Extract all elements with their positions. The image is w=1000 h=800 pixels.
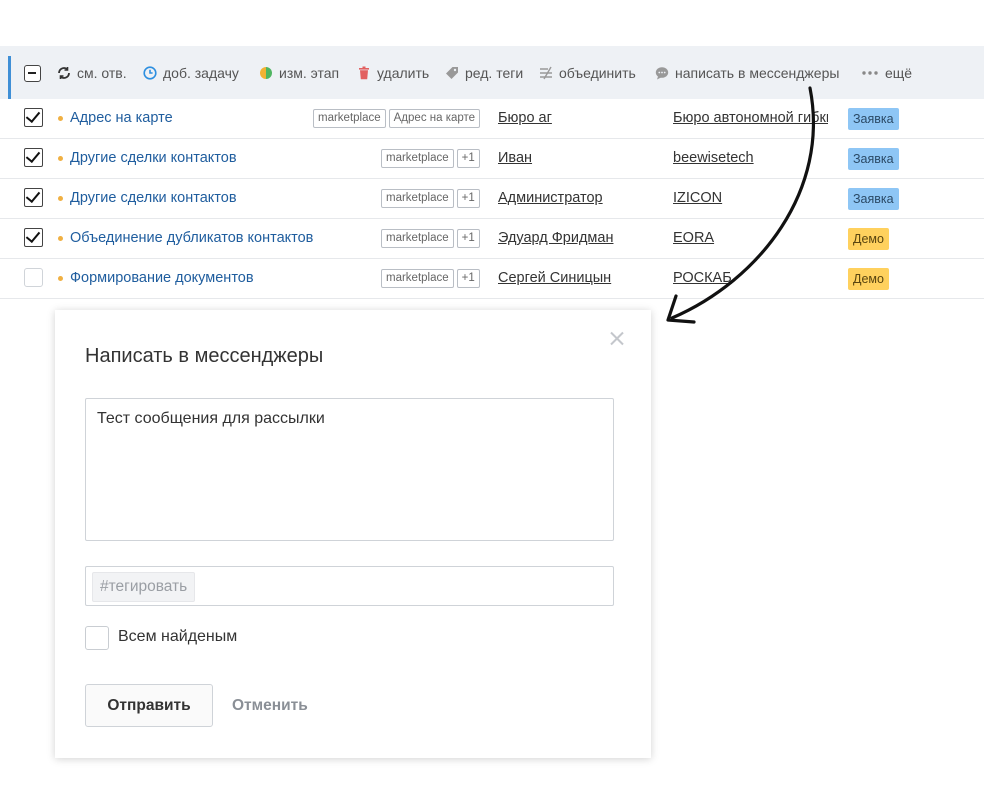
deals-table: Адрес на карте marketplace Адрес на карт… bbox=[0, 99, 984, 299]
tag-chip[interactable]: marketplace bbox=[381, 269, 454, 288]
deal-title-link[interactable]: Адрес на карте bbox=[70, 99, 173, 138]
change-stage-label: изм. этап bbox=[279, 64, 340, 81]
clock-icon bbox=[143, 65, 157, 80]
more-dots-icon bbox=[861, 66, 879, 80]
row-checkbox[interactable] bbox=[24, 108, 43, 127]
tag-chip[interactable]: marketplace bbox=[381, 229, 454, 248]
stage-badge: Демо bbox=[848, 228, 889, 250]
tag-icon bbox=[445, 66, 459, 80]
tag-input[interactable]: #тегировать bbox=[85, 566, 614, 606]
company-link[interactable]: Бюро автономной гибки bbox=[673, 99, 828, 138]
change-stage-button[interactable]: изм. этап bbox=[259, 46, 339, 99]
tag-more-chip[interactable]: +1 bbox=[456, 189, 480, 208]
change-responsible-button[interactable]: см. отв. bbox=[57, 46, 127, 99]
table-row[interactable]: Другие сделки контактов marketplace +1 И… bbox=[0, 139, 984, 179]
stage-badge: Демо bbox=[848, 268, 889, 290]
more-button[interactable]: ещё bbox=[861, 46, 912, 99]
all-found-label: Всем найденым bbox=[118, 628, 238, 645]
contact-link[interactable]: Эдуард Фридман bbox=[498, 219, 613, 258]
tag-chip[interactable]: marketplace bbox=[381, 149, 454, 168]
company-link[interactable]: EORA bbox=[673, 219, 828, 258]
messenger-dialog: Написать в мессенджеры #тегировать Всем … bbox=[55, 310, 651, 758]
tag-chip[interactable]: marketplace bbox=[313, 109, 386, 128]
table-row[interactable]: Формирование документов marketplace +1 С… bbox=[0, 259, 984, 299]
cancel-button[interactable]: Отменить bbox=[232, 684, 308, 727]
bulk-actions-toolbar: см. отв. доб. задачу изм. этап удалить р bbox=[0, 46, 984, 99]
deal-title-link[interactable]: Другие сделки контактов bbox=[70, 179, 237, 218]
stage-badge: Заявка bbox=[848, 108, 899, 130]
deal-title-link[interactable]: Формирование документов bbox=[70, 259, 254, 298]
deal-tags: marketplace +1 bbox=[381, 149, 480, 168]
change-responsible-label: см. отв. bbox=[77, 64, 127, 81]
status-dot bbox=[58, 236, 63, 241]
all-found-checkbox[interactable] bbox=[85, 626, 109, 650]
company-link[interactable]: IZICON bbox=[673, 179, 828, 218]
deals-list: см. отв. доб. задачу изм. этап удалить р bbox=[0, 46, 984, 300]
contact-link[interactable]: Бюро аг bbox=[498, 99, 552, 138]
row-checkbox[interactable] bbox=[24, 148, 43, 167]
delete-button[interactable]: удалить bbox=[357, 46, 429, 99]
chat-bubble-icon bbox=[655, 66, 669, 80]
status-dot bbox=[58, 196, 63, 201]
message-textarea[interactable] bbox=[85, 398, 614, 541]
merge-button[interactable]: объединить bbox=[539, 46, 636, 99]
edit-tags-button[interactable]: ред. теги bbox=[445, 46, 523, 99]
trash-icon bbox=[357, 66, 371, 80]
stage-badge: Заявка bbox=[848, 148, 899, 170]
close-icon[interactable] bbox=[606, 328, 628, 350]
more-label: ещё bbox=[885, 64, 913, 81]
write-to-messengers-button[interactable]: написать в мессенджеры bbox=[655, 46, 839, 99]
status-dot bbox=[58, 276, 63, 281]
tag-more-chip[interactable]: +1 bbox=[456, 269, 480, 288]
table-row[interactable]: Объединение дубликатов контактов marketp… bbox=[0, 219, 984, 259]
row-checkbox[interactable] bbox=[24, 188, 43, 207]
dialog-title: Написать в мессенджеры bbox=[85, 345, 324, 367]
tag-chip[interactable]: marketplace bbox=[381, 189, 454, 208]
select-all-checkbox[interactable] bbox=[24, 65, 41, 82]
status-dot bbox=[58, 156, 63, 161]
status-dot bbox=[58, 116, 63, 121]
company-link[interactable]: РОСКАБ bbox=[673, 259, 828, 298]
contact-link[interactable]: Администратор bbox=[498, 179, 603, 218]
tag-placeholder-chip: #тегировать bbox=[92, 572, 196, 602]
merge-icon bbox=[539, 66, 553, 80]
write-to-messengers-label: написать в мессенджеры bbox=[675, 64, 840, 81]
company-link[interactable]: beewisetech bbox=[673, 139, 828, 178]
tag-more-chip[interactable]: +1 bbox=[456, 229, 480, 248]
half-circle-icon bbox=[259, 66, 273, 80]
row-checkbox[interactable] bbox=[24, 268, 43, 287]
edit-tags-label: ред. теги bbox=[465, 64, 524, 81]
tag-chip[interactable]: Адрес на карте bbox=[388, 109, 481, 128]
contact-link[interactable]: Иван bbox=[498, 139, 532, 178]
row-checkbox[interactable] bbox=[24, 228, 43, 247]
add-task-label: доб. задачу bbox=[163, 64, 239, 81]
refresh-icon bbox=[57, 66, 71, 80]
deal-title-link[interactable]: Объединение дубликатов контактов bbox=[70, 219, 313, 258]
send-button[interactable]: Отправить bbox=[85, 684, 213, 727]
merge-label: объединить bbox=[559, 64, 636, 81]
deal-tags: marketplace Адрес на карте bbox=[313, 109, 481, 128]
delete-label: удалить bbox=[377, 64, 430, 81]
add-task-button[interactable]: доб. задачу bbox=[143, 46, 239, 99]
stage-badge: Заявка bbox=[848, 188, 899, 210]
deal-tags: marketplace +1 bbox=[381, 229, 480, 248]
deal-tags: marketplace +1 bbox=[381, 269, 480, 288]
contact-link[interactable]: Сергей Синицын bbox=[498, 259, 611, 298]
table-row[interactable]: Другие сделки контактов marketplace +1 А… bbox=[0, 179, 984, 219]
table-row[interactable]: Адрес на карте marketplace Адрес на карт… bbox=[0, 99, 984, 139]
deal-tags: marketplace +1 bbox=[381, 189, 480, 208]
tag-more-chip[interactable]: +1 bbox=[456, 149, 480, 168]
deal-title-link[interactable]: Другие сделки контактов bbox=[70, 139, 237, 178]
